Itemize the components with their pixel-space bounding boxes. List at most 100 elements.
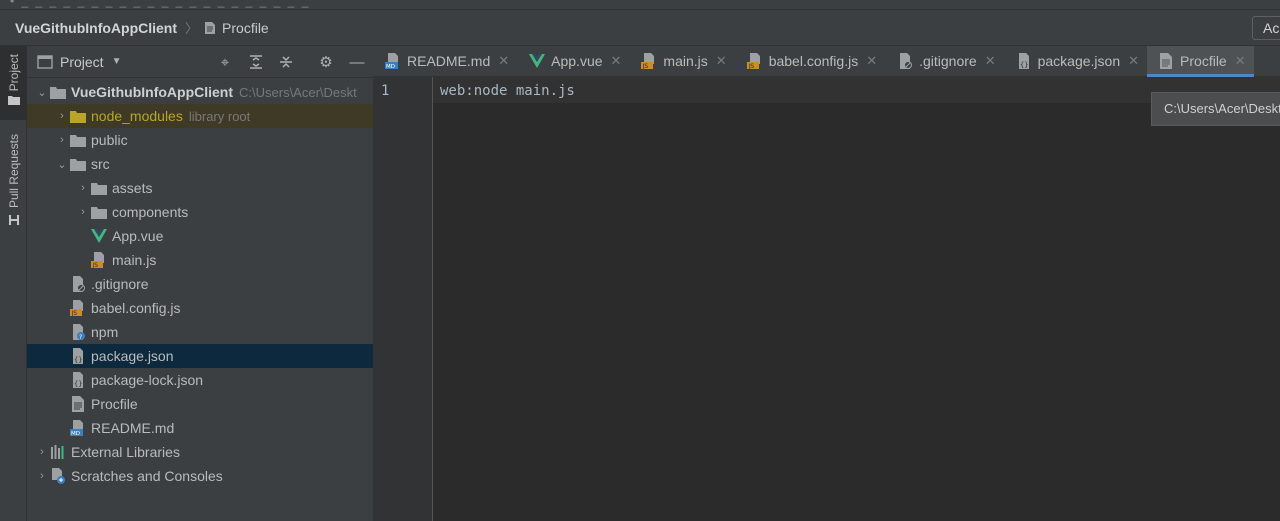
editor-area: MD README.md ✕ App.vue ✕ JS main.js ✕ JS… [373, 46, 1280, 521]
tab-label: main.js [663, 53, 708, 69]
tree-item-label: components [112, 204, 189, 220]
markdown-file-icon: MD [69, 420, 87, 436]
chevron-right-icon[interactable]: › [76, 182, 90, 194]
json-file-icon: {} [1018, 53, 1029, 69]
breadcrumb-project[interactable]: VueGithubInfoAppClient [15, 20, 177, 36]
tree-item-label: .gitignore [91, 276, 149, 292]
library-icon [49, 444, 67, 460]
svg-text:MD: MD [71, 431, 80, 436]
close-icon[interactable]: ✕ [866, 53, 877, 69]
left-toolwindow-bar: Project Pull Requests [0, 46, 27, 521]
tab-procfile[interactable]: Procfile ✕ [1147, 46, 1254, 77]
ignore-file-icon [69, 276, 87, 292]
tree-item-main-js[interactable]: JS main.js [27, 248, 373, 272]
json-file-icon: {} [69, 372, 87, 388]
close-icon[interactable]: ✕ [498, 53, 509, 69]
vue-icon [90, 228, 108, 244]
close-icon[interactable]: ✕ [1235, 53, 1246, 69]
js-file-icon: JS [641, 53, 655, 69]
tree-item-components[interactable]: › components [27, 200, 373, 224]
tree-item-label: main.js [112, 252, 157, 268]
tree-item-procfile[interactable]: Procfile [27, 392, 373, 416]
gear-icon[interactable]: ⚙ [316, 52, 336, 72]
tree-item-label: package.json [91, 348, 174, 364]
svg-text:JS: JS [92, 262, 99, 268]
project-window-icon [37, 54, 53, 69]
tree-item-scratches[interactable]: › Scratches and Consoles [27, 464, 373, 488]
folder-icon [90, 180, 108, 196]
project-view-selector[interactable]: Project ▼ [37, 54, 121, 70]
tab-label: .gitignore [919, 53, 977, 69]
pull-requests-toolwindow-tab[interactable]: Pull Requests [0, 134, 27, 234]
tree-item-public[interactable]: › public [27, 128, 373, 152]
tree-item-label: README.md [91, 420, 175, 436]
code-editor[interactable]: web:node main.js [440, 83, 575, 99]
chevron-right-icon[interactable]: › [35, 470, 49, 482]
tab-label: package.json [1037, 53, 1121, 69]
tab-babel-config[interactable]: JS babel.config.js ✕ [735, 46, 885, 76]
window-title-strip: • _ _ _ _ _ _ _ _ _ _ _ _ _ _ _ _ _ _ _ … [0, 0, 1280, 10]
tree-item-babel-config[interactable]: JS babel.config.js [27, 296, 373, 320]
tab-package-json[interactable]: {} package.json ✕ [1004, 46, 1147, 76]
tab-gitignore[interactable]: .gitignore ✕ [885, 46, 1004, 76]
folder-icon [49, 84, 67, 100]
vue-icon [529, 54, 546, 68]
js-file-icon: JS [69, 300, 87, 316]
breadcrumb-file-label: Procfile [222, 19, 269, 36]
tree-item-label: babel.config.js [91, 300, 181, 316]
tree-item-src[interactable]: ⌄ src [27, 152, 373, 176]
tree-item-external-libraries[interactable]: › External Libraries [27, 440, 373, 464]
tree-item-npm[interactable]: ? npm [27, 320, 373, 344]
chevron-right-icon[interactable]: › [76, 206, 90, 218]
chevron-down-icon[interactable]: ⌄ [35, 86, 49, 99]
project-panel: Project ▼ ⌖ ⚙ — ⌄ VueGithubInfoAppClient… [27, 46, 373, 521]
tab-app-vue[interactable]: App.vue ✕ [517, 46, 629, 76]
tab-main-js[interactable]: JS main.js ✕ [629, 46, 734, 76]
pull-request-icon [8, 215, 19, 226]
breadcrumb-file[interactable]: Procfile [204, 20, 269, 36]
svg-text:JS: JS [71, 310, 78, 316]
chevron-right-icon[interactable]: › [35, 446, 49, 458]
tree-item-label: package-lock.json [91, 372, 204, 388]
tree-item-label: External Libraries [71, 444, 180, 460]
chevron-right-icon[interactable]: › [55, 110, 69, 122]
collapse-all-icon[interactable] [276, 52, 296, 72]
close-icon[interactable]: ✕ [716, 53, 727, 69]
file-path-tooltip: C:\Users\Acer\Deskt [1151, 92, 1280, 126]
tree-item-gitignore[interactable]: .gitignore [27, 272, 373, 296]
tree-item-label: assets [112, 180, 153, 196]
hide-icon[interactable]: — [347, 52, 367, 72]
tree-item-label: Scratches and Consoles [71, 468, 223, 484]
locate-icon[interactable]: ⌖ [215, 52, 235, 72]
folder-icon [69, 108, 87, 124]
tree-item-package-lock[interactable]: {} package-lock.json [27, 368, 373, 392]
unknown-file-icon: ? [69, 324, 87, 340]
project-toolwindow-tab[interactable]: Project [0, 46, 27, 120]
chevron-down-icon[interactable]: ⌄ [55, 158, 69, 171]
tab-readme[interactable]: MD README.md ✕ [373, 46, 517, 76]
tab-label: babel.config.js [768, 53, 859, 69]
tree-item-assets[interactable]: › assets [27, 176, 373, 200]
tree-item-package-json[interactable]: {} package.json [27, 344, 373, 368]
tree-item-readme[interactable]: MD README.md [27, 416, 373, 440]
breadcrumb-separator: 〉 [185, 21, 199, 36]
js-file-icon: JS [90, 252, 108, 268]
svg-text:{}: {} [74, 380, 82, 388]
tab-label: README.md [407, 53, 491, 69]
close-icon[interactable]: ✕ [611, 53, 622, 69]
tree-item-label: node_modules [91, 108, 183, 124]
tree-item-node-modules[interactable]: › node_modules library root [27, 104, 373, 128]
close-icon[interactable]: ✕ [985, 53, 996, 69]
chevron-right-icon[interactable]: › [55, 134, 69, 146]
js-file-icon: JS [746, 53, 760, 69]
close-icon[interactable]: ✕ [1128, 53, 1139, 69]
tree-item-app-vue[interactable]: App.vue [27, 224, 373, 248]
add-configuration-button[interactable]: Ac [1252, 16, 1280, 40]
tree-item-path: C:\Users\Acer\Deskt [239, 84, 357, 100]
json-file-icon: {} [69, 348, 87, 364]
scratches-icon [49, 468, 67, 484]
folder-icon [7, 96, 20, 106]
expand-all-icon[interactable] [246, 52, 266, 72]
tree-item-root[interactable]: ⌄ VueGithubInfoAppClient C:\Users\Acer\D… [27, 80, 373, 104]
tree-item-label: public [91, 132, 128, 148]
